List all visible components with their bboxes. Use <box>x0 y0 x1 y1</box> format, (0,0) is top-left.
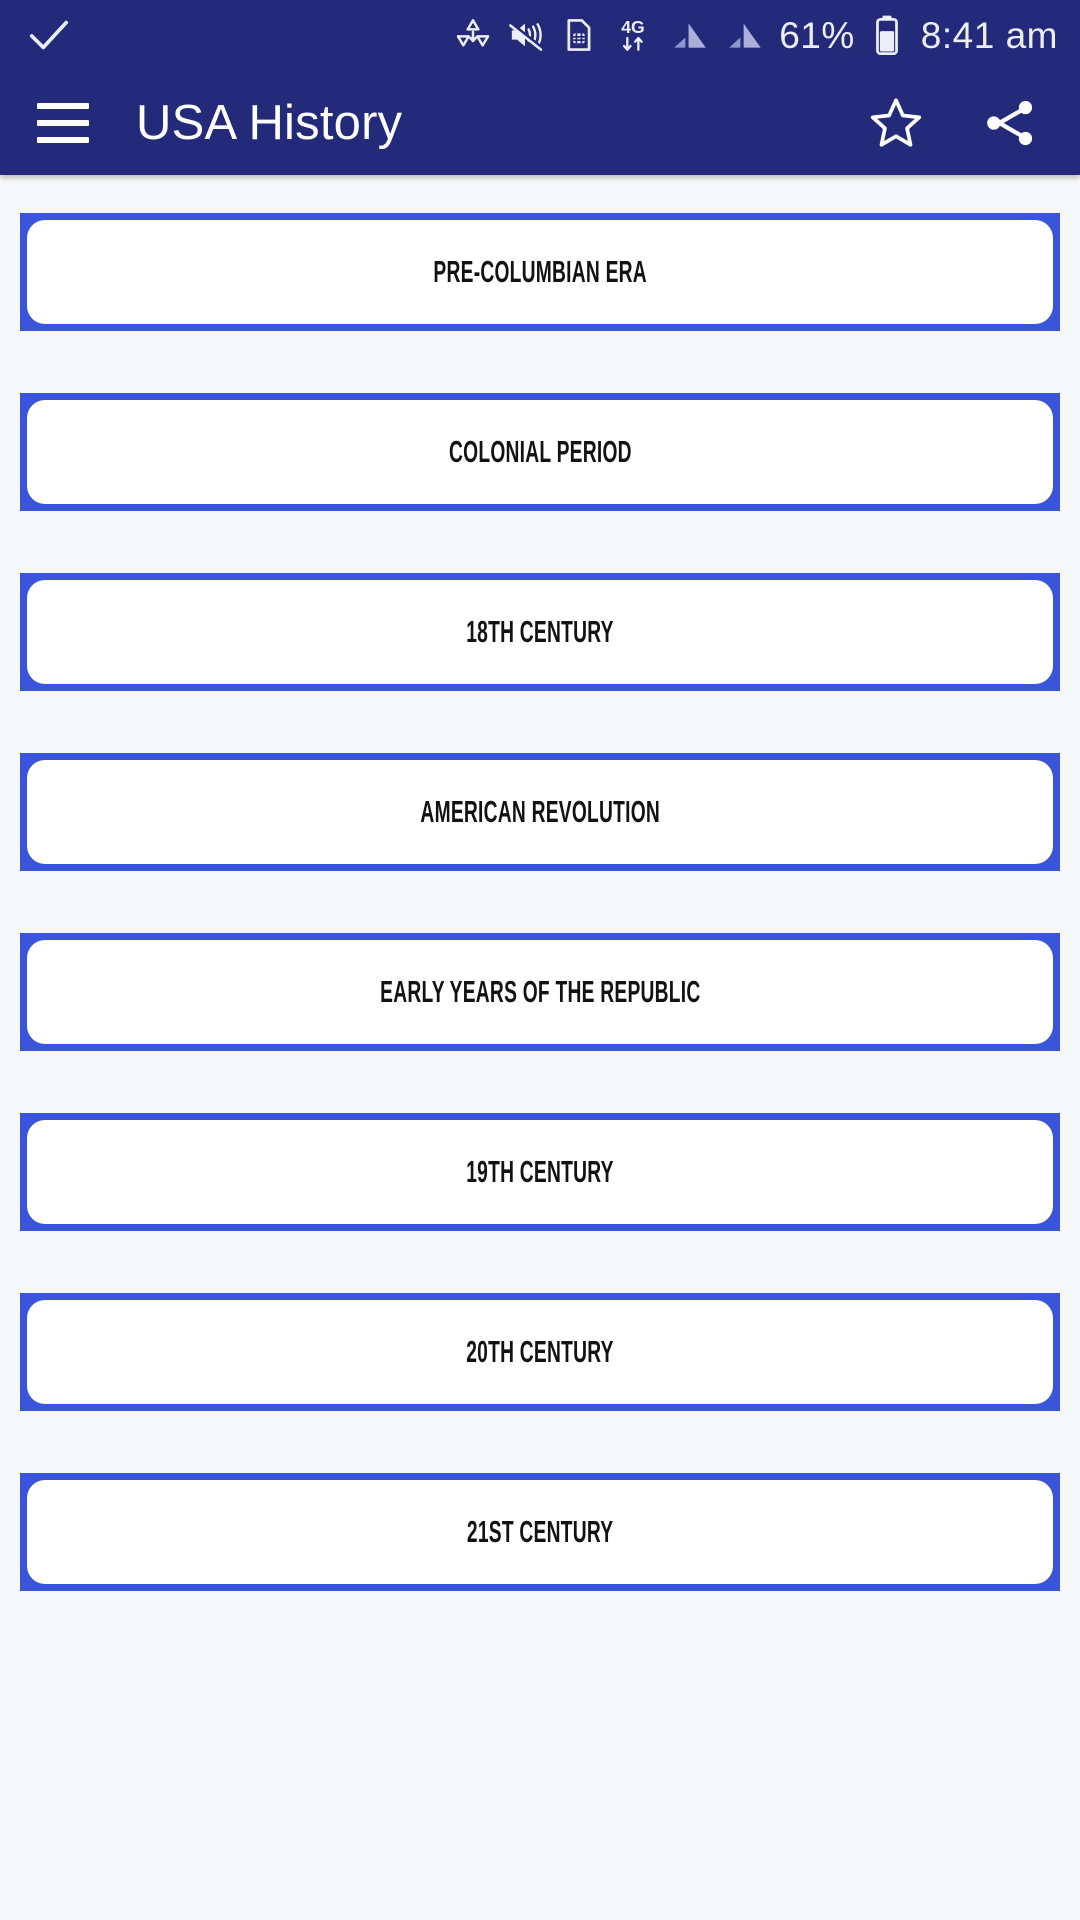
clock-label: 8:41 am <box>920 14 1058 56</box>
hamburger-menu-icon[interactable] <box>32 92 94 154</box>
battery-icon <box>875 15 898 55</box>
checkmark-icon <box>29 20 69 50</box>
list-item-surface: 21ST CENTURY <box>27 1480 1053 1584</box>
svg-text:4G: 4G <box>621 17 645 37</box>
volume-mute-vibrate-icon <box>508 21 544 51</box>
share-button[interactable] <box>978 91 1042 155</box>
list-item[interactable]: COLONIAL PERIOD <box>20 393 1060 511</box>
status-bar-right: 4G 61% 8:41 am <box>453 14 1058 56</box>
list-item[interactable]: 18TH CENTURY <box>20 573 1060 691</box>
app-bar: USA History <box>0 70 1080 175</box>
list-item-surface: EARLY YEARS OF THE REPUBLIC <box>27 940 1053 1044</box>
share-icon <box>987 100 1033 145</box>
list-item-label: COLONIAL PERIOD <box>448 434 632 469</box>
list-item[interactable]: AMERICAN REVOLUTION <box>20 753 1060 871</box>
list-item-label: 21ST CENTURY <box>466 1514 614 1549</box>
list-item[interactable]: 19TH CENTURY <box>20 1113 1060 1231</box>
list-item[interactable]: 20TH CENTURY <box>20 1293 1060 1411</box>
sim-card-icon <box>567 19 591 51</box>
status-bar-left <box>26 12 72 58</box>
signal-bars-1-icon <box>674 23 706 48</box>
list-item-label: PRE-COLUMBIAN ERA <box>433 254 647 289</box>
favorite-button[interactable] <box>864 91 928 155</box>
list-item-surface: PRE-COLUMBIAN ERA <box>27 220 1053 324</box>
list-item-surface: AMERICAN REVOLUTION <box>27 760 1053 864</box>
signal-bars-2-icon <box>729 23 761 48</box>
list-item-surface: 20TH CENTURY <box>27 1300 1053 1404</box>
list-item-surface: COLONIAL PERIOD <box>27 400 1053 504</box>
list-item[interactable]: EARLY YEARS OF THE REPUBLIC <box>20 933 1060 1051</box>
list-item-label: 20TH CENTURY <box>466 1334 614 1369</box>
list-item-label: AMERICAN REVOLUTION <box>420 794 660 829</box>
list-item-label: 18TH CENTURY <box>466 614 614 649</box>
status-bar: 4G 61% 8:41 am <box>0 0 1080 70</box>
list-item[interactable]: PRE-COLUMBIAN ERA <box>20 213 1060 331</box>
data-saver-icon <box>456 19 490 47</box>
era-list: PRE-COLUMBIAN ERA COLONIAL PERIOD 18TH C… <box>0 175 1080 1591</box>
mobile-data-4g-icon: 4G <box>621 17 645 51</box>
list-item-label: 19TH CENTURY <box>466 1154 614 1189</box>
page-title: USA History <box>136 95 403 150</box>
app-bar-actions <box>864 91 1042 155</box>
list-item[interactable]: 21ST CENTURY <box>20 1473 1060 1591</box>
list-item-surface: 18TH CENTURY <box>27 580 1053 684</box>
list-item-surface: 19TH CENTURY <box>27 1120 1053 1224</box>
list-item-label: EARLY YEARS OF THE REPUBLIC <box>379 974 701 1009</box>
battery-percent-label: 61% <box>779 14 855 56</box>
star-outline-icon <box>870 97 922 147</box>
